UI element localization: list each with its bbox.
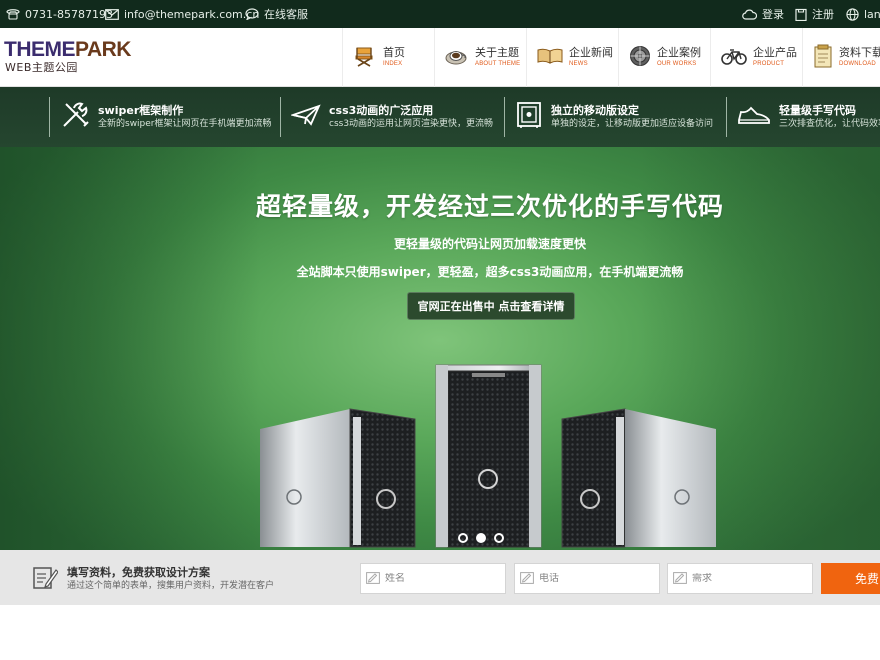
- safe-box-icon: [515, 101, 543, 133]
- chat-bubble-icon: [245, 8, 259, 20]
- nav-label: 企业新闻: [569, 46, 613, 59]
- nav-sublabel: PRODUCT: [753, 61, 785, 67]
- server-illustration: [260, 364, 716, 548]
- nav-label: 首页: [383, 46, 405, 59]
- cloud-icon: [742, 9, 757, 20]
- register-label[interactable]: 注册: [812, 6, 834, 22]
- feature-title: css3动画的广泛应用: [329, 104, 434, 117]
- nav-item-product[interactable]: 企业产品 PRODUCT: [710, 28, 802, 87]
- nav-item-index[interactable]: 首页 INDEX: [342, 28, 434, 87]
- nav-item-about[interactable]: 关于主题 ABOUT THEME: [434, 28, 526, 87]
- airplane-icon: [289, 102, 321, 132]
- need-field[interactable]: [667, 563, 813, 594]
- nav-sublabel: DOWNLOAD: [839, 61, 876, 67]
- edit-form-icon: [32, 564, 59, 594]
- phone-input[interactable]: [539, 573, 649, 584]
- bicycle-icon: [721, 47, 747, 69]
- nav-label: 关于主题: [475, 46, 519, 59]
- notepad-icon: [813, 44, 833, 72]
- tools-icon: [60, 100, 90, 134]
- logo-subtitle: WEB主题公园: [5, 61, 78, 74]
- slider-dot-active[interactable]: [476, 533, 486, 543]
- site-logo[interactable]: THEMEPARK WEB主题公园: [4, 38, 131, 79]
- need-input[interactable]: [692, 573, 802, 584]
- sneaker-icon: [737, 104, 771, 130]
- online-service-label[interactable]: 在线客服: [264, 6, 308, 22]
- feature-desc: css3动画的运用让网页渲染更快，更流畅: [329, 119, 494, 129]
- language-label[interactable]: lan: [864, 8, 880, 21]
- form-title: 填写资料，免费获取设计方案: [67, 565, 210, 579]
- server-left: [260, 408, 416, 548]
- nav-item-news[interactable]: 企业新闻 NEWS: [526, 28, 618, 87]
- name-field[interactable]: [360, 563, 506, 594]
- nav-sublabel: ABOUT THEME: [475, 61, 521, 67]
- hero-title: 超轻量级，开发经过三次优化的手写代码: [255, 192, 724, 221]
- nav-sublabel: INDEX: [383, 61, 403, 67]
- language-switch[interactable]: lan: [846, 0, 880, 28]
- feature-title: 独立的移动版设定: [551, 104, 639, 117]
- feature-mobile: 独立的移动版设定单独的设定，让移动版更加适应设备访问: [504, 97, 713, 137]
- pencil-note-icon: [520, 569, 534, 588]
- hero-banner: 超轻量级，开发经过三次优化的手写代码 更轻量级的代码让网页加载速度更快 全站脚本…: [0, 147, 880, 550]
- login-link[interactable]: 登录: [742, 0, 784, 28]
- nav-item-works[interactable]: 企业案例 OUR WORKS: [618, 28, 710, 87]
- name-input[interactable]: [385, 573, 495, 584]
- slider-dot[interactable]: [494, 533, 504, 543]
- hero-cta-button[interactable]: 官网正在出售中 点击查看详情: [407, 292, 575, 320]
- feature-desc: 全新的swiper框架让网页在手机端更加流畅: [98, 119, 272, 129]
- feature-title: 轻量级手写代码: [779, 104, 856, 117]
- phone-number: 0731-85787193: [25, 7, 113, 21]
- header: THEMEPARK WEB主题公园 首页 INDEX 关于主题 ABOUT THEM…: [0, 28, 880, 87]
- logo-wordmark: THEMEPARK: [4, 38, 131, 61]
- nav-label: 企业案例: [657, 46, 701, 59]
- online-service-link[interactable]: 在线客服: [245, 0, 308, 28]
- open-book-icon: [537, 47, 563, 69]
- hero-subtitle-2: 全站脚本只使用swiper，更轻盈，超多css3动画应用，在手机端更流畅: [296, 265, 684, 279]
- feature-handwritten: 轻量级手写代码三次排查优化，让代码效率: [726, 97, 880, 137]
- main-nav: 首页 INDEX 关于主题 ABOUT THEME 企业新闻 NEWS 企业案例 OUR…: [342, 28, 880, 87]
- pencil-note-icon: [673, 569, 687, 588]
- email-address[interactable]: info@themepark.com.cn: [124, 8, 259, 21]
- director-chair-icon: [353, 45, 377, 71]
- slider-pagination: [458, 533, 504, 543]
- feature-title: swiper框架制作: [98, 104, 184, 117]
- nav-sublabel: OUR WORKS: [657, 61, 697, 67]
- feature-css3: css3动画的广泛应用 css3动画的运用让网页渲染更快，更流畅: [280, 97, 493, 137]
- feature-desc: 单独的设定，让移动版更加适应设备访问: [551, 119, 714, 129]
- register-link[interactable]: 注册: [795, 0, 834, 28]
- hero-subtitle-1: 更轻量级的代码让网页加载速度更快: [393, 237, 586, 251]
- phone-field[interactable]: [514, 563, 660, 594]
- mail-icon: [105, 8, 119, 20]
- nav-label: 资料下载: [839, 46, 880, 59]
- server-center: [435, 364, 542, 548]
- lead-form-bar: 填写资料，免费获取设计方案 通过这个简单的表单，搜集用户资料，开发潜在客户 免费: [0, 550, 880, 605]
- clipboard-icon: [795, 8, 807, 21]
- form-desc: 通过这个简单的表单，搜集用户资料，开发潜在客户: [67, 580, 275, 591]
- features-strip: swiper框架制作全新的swiper框架让网页在手机端更加流畅 css3动画的…: [0, 87, 880, 147]
- slider-dot[interactable]: [458, 533, 468, 543]
- email-contact[interactable]: info@themepark.com.cn: [105, 0, 259, 28]
- submit-button[interactable]: 免费: [821, 563, 880, 594]
- server-right: [561, 408, 716, 548]
- phone-icon: [6, 8, 20, 20]
- feature-swiper: swiper框架制作全新的swiper框架让网页在手机端更加流畅: [49, 97, 272, 137]
- coffee-cup-icon: [445, 45, 469, 71]
- nav-item-download[interactable]: 资料下载 DOWNLOAD: [802, 28, 880, 87]
- pencil-note-icon: [366, 569, 380, 588]
- login-label[interactable]: 登录: [762, 6, 784, 22]
- page: 0731-85787193 info@themepark.com.cn 在线客服…: [0, 0, 880, 660]
- feature-desc: 三次排查优化，让代码效率: [779, 119, 880, 129]
- nav-label: 企业产品: [753, 46, 797, 59]
- globe-icon: [846, 7, 859, 21]
- top-bar: 0731-85787193 info@themepark.com.cn 在线客服…: [0, 0, 880, 28]
- phone-contact: 0731-85787193: [6, 0, 113, 28]
- nav-sublabel: NEWS: [569, 61, 588, 67]
- gear-wheel-icon: [629, 45, 651, 71]
- form-intro: 填写资料，免费获取设计方案 通过这个简单的表单，搜集用户资料，开发潜在客户: [32, 564, 274, 594]
